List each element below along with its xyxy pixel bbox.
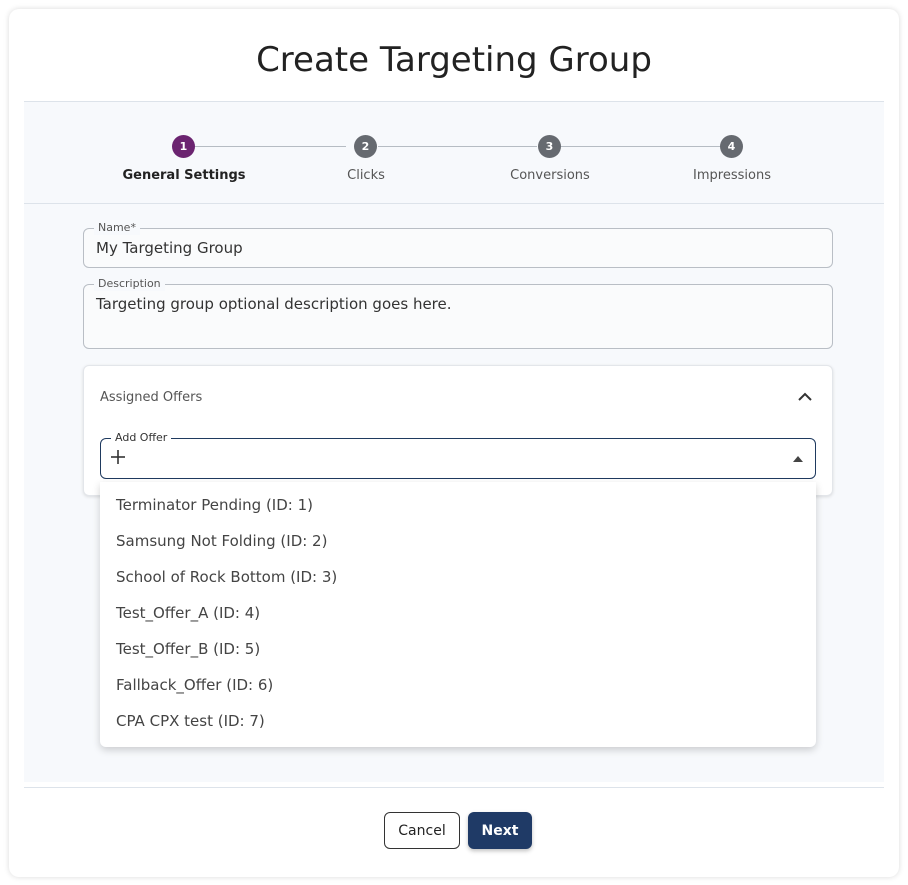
- offer-option[interactable]: Terminator Pending (ID: 1): [116, 487, 806, 523]
- caret-up-icon[interactable]: [793, 456, 803, 462]
- page-title: Create Targeting Group: [256, 40, 652, 80]
- add-offer-input[interactable]: Add Offer: [100, 431, 816, 479]
- divider: [24, 787, 884, 788]
- stepper-connector: [561, 146, 720, 147]
- step-2-label: Clicks: [347, 168, 385, 183]
- add-offer-label: Add Offer: [111, 431, 172, 445]
- offer-option[interactable]: Test_Offer_A (ID: 4): [116, 595, 806, 631]
- offer-option[interactable]: Samsung Not Folding (ID: 2): [116, 523, 806, 559]
- step-4-label: Impressions: [693, 168, 771, 183]
- offer-dropdown-list: Terminator Pending (ID: 1) Samsung Not F…: [100, 482, 816, 747]
- chevron-up-icon[interactable]: [798, 392, 812, 402]
- name-field-value[interactable]: My Targeting Group: [96, 239, 243, 257]
- next-button[interactable]: Next: [468, 812, 532, 849]
- step-2-circle[interactable]: 2: [354, 135, 377, 158]
- offer-option[interactable]: CPA CPX test (ID: 7): [116, 703, 806, 739]
- description-field-label: Description: [94, 277, 165, 291]
- offer-option[interactable]: School of Rock Bottom (ID: 3): [116, 559, 806, 595]
- description-field-value[interactable]: Targeting group optional description goe…: [96, 295, 452, 313]
- name-field-label: Name*: [94, 221, 140, 235]
- plus-icon: [111, 450, 125, 464]
- stepper-connector: [378, 146, 537, 147]
- cancel-button[interactable]: Cancel: [384, 812, 460, 849]
- stepper-connector: [195, 146, 346, 147]
- step-3-label: Conversions: [510, 168, 590, 183]
- step-1-label: General Settings: [122, 168, 246, 183]
- offer-option[interactable]: Fallback_Offer (ID: 6): [116, 667, 806, 703]
- step-3-circle[interactable]: 3: [538, 135, 561, 158]
- name-field[interactable]: Name* My Targeting Group: [83, 221, 833, 268]
- assigned-offers-label: Assigned Offers: [100, 390, 203, 405]
- step-4-circle[interactable]: 4: [720, 135, 743, 158]
- step-1-circle[interactable]: 1: [172, 135, 195, 158]
- offer-option[interactable]: Test_Offer_B (ID: 5): [116, 631, 806, 667]
- divider: [24, 203, 884, 204]
- description-field[interactable]: Description Targeting group optional des…: [83, 277, 833, 349]
